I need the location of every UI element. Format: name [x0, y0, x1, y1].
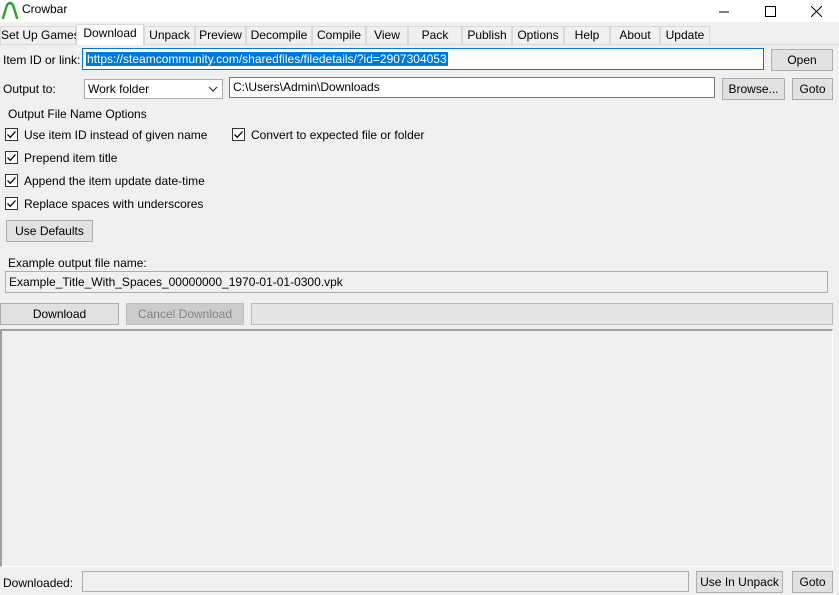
chevron-down-icon	[208, 86, 218, 92]
maximize-button[interactable]	[747, 0, 793, 22]
tab-preview[interactable]: Preview	[195, 26, 246, 44]
tab-compile[interactable]: Compile	[312, 26, 366, 44]
checkmark-icon	[7, 131, 16, 139]
use-in-unpack-button[interactable]: Use In Unpack	[696, 571, 783, 593]
convert-expected-label[interactable]: Convert to expected file or folder	[251, 128, 424, 143]
convert-expected-checkbox[interactable]	[232, 128, 245, 141]
open-button[interactable]: Open	[771, 49, 833, 71]
use-defaults-button[interactable]: Use Defaults	[6, 220, 93, 242]
goto-output-button[interactable]: Goto	[792, 78, 833, 100]
use-item-id-label[interactable]: Use item ID instead of given name	[24, 128, 207, 143]
close-icon	[810, 5, 822, 17]
item-id-input[interactable]: https://steamcommunity.com/sharedfiles/f…	[82, 48, 764, 70]
item-id-value: https://steamcommunity.com/sharedfiles/f…	[86, 52, 448, 66]
output-to-selected: Work folder	[88, 82, 150, 96]
minimize-icon	[718, 11, 729, 12]
group-title: Output File Name Options	[8, 107, 147, 121]
crowbar-logo-icon	[1, 1, 19, 19]
downloaded-path-field	[82, 571, 689, 592]
prepend-title-checkbox[interactable]	[5, 151, 18, 164]
prepend-title-label[interactable]: Prepend item title	[24, 151, 117, 166]
replace-spaces-checkbox[interactable]	[5, 197, 18, 210]
tab-view[interactable]: View	[366, 26, 408, 44]
example-output-field: Example_Title_With_Spaces_00000000_1970-…	[5, 271, 828, 293]
cancel-download-button: Cancel Download	[126, 303, 244, 325]
tab-decompile[interactable]: Decompile	[246, 26, 312, 44]
tab-help[interactable]: Help	[564, 26, 610, 44]
minimize-button[interactable]	[701, 0, 747, 22]
tab-unpack[interactable]: Unpack	[144, 26, 195, 44]
downloaded-label: Downloaded:	[3, 576, 74, 590]
tab-pack[interactable]: Pack	[408, 26, 462, 44]
maximize-icon	[764, 5, 776, 17]
output-to-dropdown[interactable]: Work folder	[84, 79, 223, 99]
append-date-time-label[interactable]: Append the item update date-time	[24, 174, 205, 189]
checkmark-icon	[234, 131, 243, 139]
download-log-panel[interactable]	[0, 329, 833, 567]
title-bar: Crowbar	[0, 0, 839, 22]
goto-downloaded-button[interactable]: Goto	[792, 571, 833, 593]
output-to-label: Output to:	[3, 82, 56, 96]
window-title: Crowbar	[22, 2, 68, 16]
checkmark-icon	[7, 200, 16, 208]
checkmark-icon	[7, 177, 16, 185]
browse-button[interactable]: Browse...	[722, 78, 785, 100]
replace-spaces-label[interactable]: Replace spaces with underscores	[24, 197, 203, 212]
tab-strip: Set Up Games Download Unpack Preview Dec…	[0, 22, 839, 45]
checkmark-icon	[7, 154, 16, 162]
append-date-time-checkbox[interactable]	[5, 174, 18, 187]
tab-download[interactable]: Download	[76, 24, 144, 45]
tab-set-up-games[interactable]: Set Up Games	[0, 26, 80, 44]
download-button[interactable]: Download	[0, 303, 119, 325]
tab-about[interactable]: About	[610, 26, 660, 44]
output-path-input[interactable]: C:\Users\Admin\Downloads	[229, 77, 715, 98]
tab-publish[interactable]: Publish	[462, 26, 512, 44]
use-item-id-checkbox[interactable]	[5, 128, 18, 141]
example-output-label: Example output file name:	[8, 256, 147, 270]
tab-update[interactable]: Update	[660, 26, 710, 44]
item-id-label: Item ID or link:	[3, 53, 81, 67]
download-progress-bar	[251, 303, 833, 325]
close-button[interactable]	[793, 0, 839, 22]
tab-options[interactable]: Options	[512, 26, 564, 44]
